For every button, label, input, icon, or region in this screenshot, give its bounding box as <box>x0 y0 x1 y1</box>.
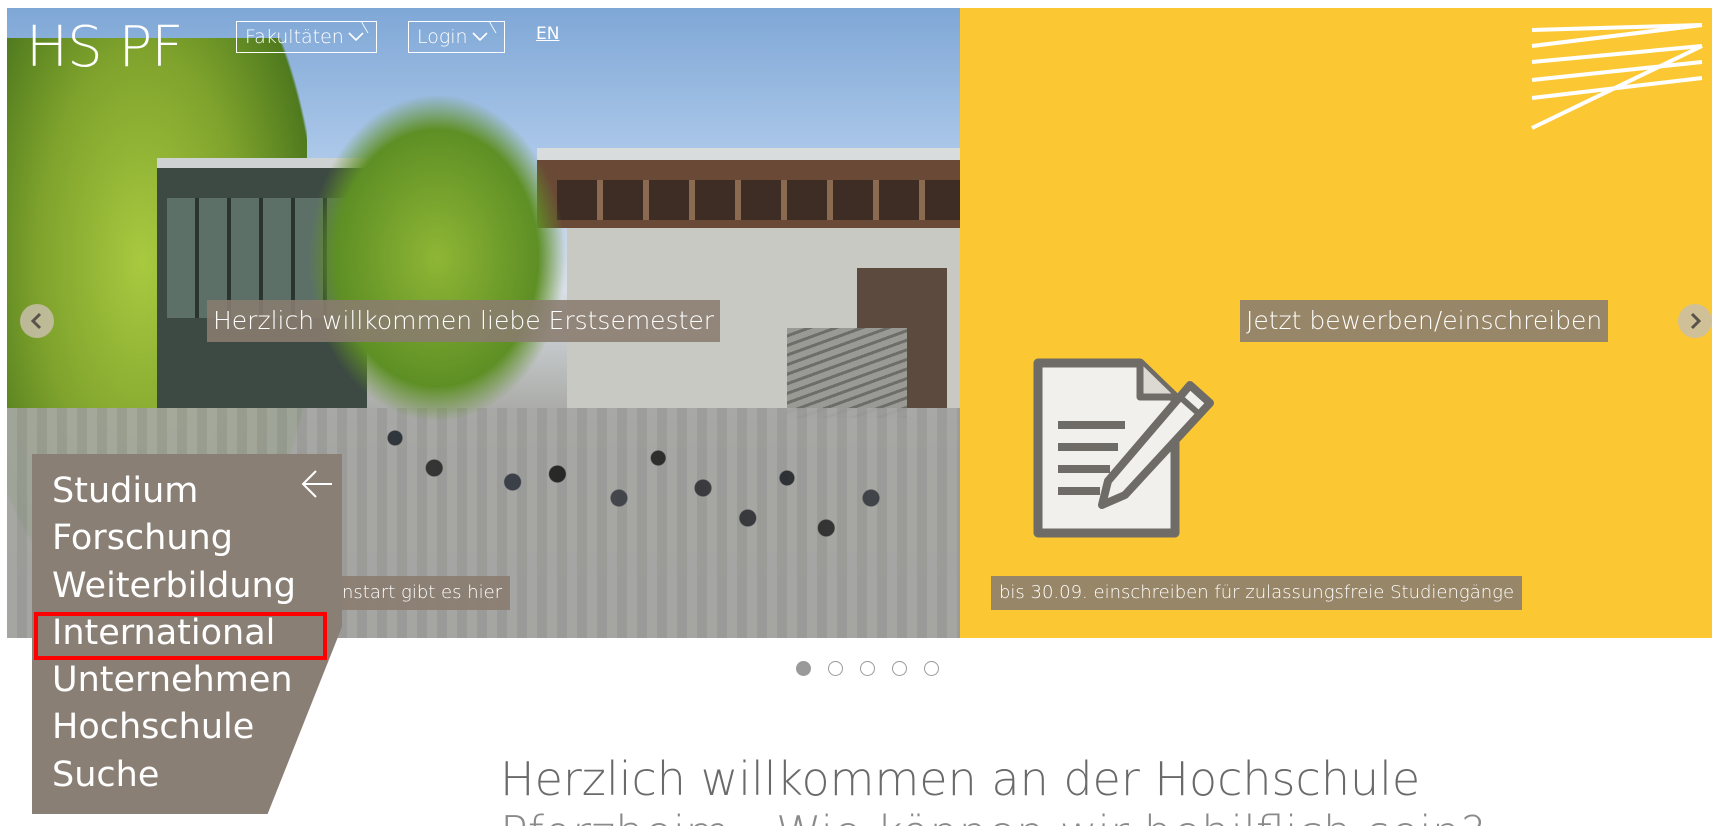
photo-tree-middle <box>307 93 567 423</box>
menu-item-studium[interactable]: Studium <box>52 468 296 515</box>
slider-dot-1[interactable] <box>796 661 811 676</box>
site-logo[interactable]: HS PF <box>26 18 183 78</box>
login-label: Login <box>417 25 468 48</box>
chevron-left-icon <box>30 312 42 330</box>
menu-item-forschung[interactable]: Forschung <box>52 515 296 562</box>
faculties-dropdown[interactable]: Fakultäten <box>236 21 377 53</box>
slider-pagination <box>796 661 939 676</box>
menu-item-weiterbildung[interactable]: Weiterbildung <box>52 563 296 610</box>
arrow-left-icon[interactable] <box>300 467 334 501</box>
welcome-subheading: Pforzheim - Wie können wir behilflich se… <box>500 806 1485 826</box>
welcome-heading: Herzlich willkommen an der Hochschule <box>500 752 1421 806</box>
slide-subtitle-erstsemester[interactable]: nstart gibt es hier <box>334 576 511 610</box>
chevron-down-icon <box>348 32 364 42</box>
slide-title-bewerben[interactable]: Jetzt bewerben/einschreiben <box>1240 300 1609 342</box>
chevron-right-icon <box>1690 312 1702 330</box>
slider-prev-button[interactable] <box>20 304 54 338</box>
chevron-down-icon <box>472 32 488 42</box>
menu-item-suche[interactable]: Suche <box>52 752 296 799</box>
slider-next-button[interactable] <box>1678 304 1712 338</box>
slider-dot-3[interactable] <box>860 661 875 676</box>
faculties-label: Fakultäten <box>245 25 344 48</box>
slider-dot-4[interactable] <box>892 661 907 676</box>
menu-item-hochschule[interactable]: Hochschule <box>52 704 296 751</box>
slider-dot-5[interactable] <box>924 661 939 676</box>
language-switch-en[interactable]: EN <box>536 24 559 44</box>
photo-building-right-top <box>537 148 960 228</box>
stripes-logo-icon <box>1531 23 1703 130</box>
slider-dot-2[interactable] <box>828 661 843 676</box>
document-edit-icon <box>1033 358 1214 538</box>
slide-subtitle-bewerben[interactable]: bis 30.09. einschreiben für zulassungsfr… <box>991 576 1523 610</box>
login-dropdown[interactable]: Login <box>408 21 505 53</box>
photo-students <box>367 378 927 578</box>
highlight-box-international <box>34 612 327 660</box>
slide-title-erstsemester[interactable]: Herzlich willkommen liebe Erstsemester <box>207 300 721 342</box>
page: Herzlich willkommen liebe Erstsemester n… <box>0 0 1712 826</box>
menu-item-unternehmen[interactable]: Unternehmen <box>52 657 296 704</box>
